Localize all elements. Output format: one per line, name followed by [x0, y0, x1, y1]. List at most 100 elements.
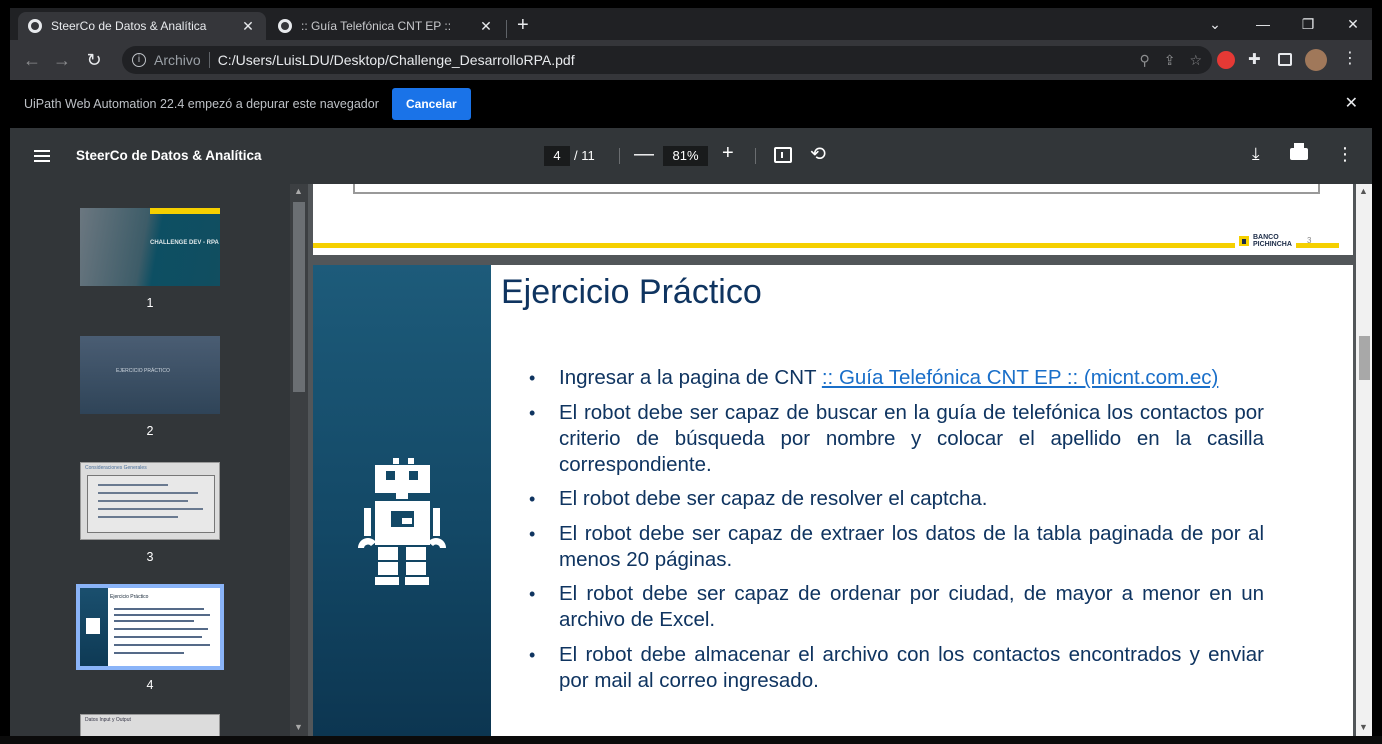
- pdf-page-3: BANCO PICHINCHA 3: [313, 184, 1353, 255]
- scrollbar-thumb[interactable]: [293, 202, 305, 392]
- address-url[interactable]: C:/Users/LuisLDU/Desktop/Challenge_Desar…: [218, 52, 575, 68]
- text-line: [98, 516, 178, 518]
- info-icon[interactable]: i: [132, 53, 146, 67]
- share-icon[interactable]: ⇪: [1164, 52, 1176, 69]
- zoom-out-button[interactable]: —: [634, 143, 654, 166]
- rotate-icon[interactable]: ⟲: [810, 143, 826, 166]
- thumbnail-sidebar: CHALLENGE DEV - RPA 1 EJERCICIO PRÁCTICO…: [10, 184, 290, 736]
- thumbnail-page-5[interactable]: Datos Input y Output: [80, 714, 220, 736]
- close-window-button[interactable]: ✕: [1343, 16, 1363, 33]
- address-actions: ⚲ ⇪ ☆: [1139, 52, 1202, 69]
- browser-toolbar: ← → ↻ i Archivo C:/Users/LuisLDU/Desktop…: [10, 40, 1372, 80]
- thumbnail-page-3[interactable]: Consideraciones Generales: [80, 462, 220, 540]
- logo-mark: [1239, 236, 1249, 246]
- address-separator: [208, 52, 210, 68]
- robot-icon: [358, 458, 446, 585]
- side-panel-icon[interactable]: [1278, 53, 1292, 66]
- text-line: [98, 484, 168, 486]
- download-icon[interactable]: ⤓: [1252, 144, 1260, 164]
- viewer-scrollbar[interactable]: ▲ ▼: [1356, 184, 1372, 736]
- thumbnail-label: EJERCICIO PRÁCTICO: [116, 368, 170, 374]
- text-line: [114, 644, 210, 646]
- extension-stop-icon[interactable]: [1217, 51, 1235, 69]
- pdf-viewer: BANCO PICHINCHA 3 Ejercicio Práctico • I…: [308, 184, 1356, 736]
- address-bar[interactable]: i Archivo C:/Users/LuisLDU/Desktop/Chall…: [122, 46, 1212, 74]
- text-line: [114, 614, 210, 616]
- scroll-up-icon[interactable]: ▲: [1359, 186, 1368, 196]
- scroll-down-icon[interactable]: ▼: [1359, 722, 1368, 732]
- tab-title: :: Guía Telefónica CNT EP ::: [301, 19, 452, 33]
- list-item: El robot debe ser capaz de extraer los d…: [529, 521, 1264, 573]
- thumbnail-accent: [150, 208, 220, 214]
- list-item: Ingresar a la pagina de CNT :: Guía Tele…: [529, 365, 1264, 391]
- tab-title: SteerCo de Datos & Analítica: [51, 19, 207, 33]
- taskbar-strip: [0, 736, 1382, 744]
- close-tab-icon[interactable]: ✕: [240, 18, 256, 35]
- cancel-button[interactable]: Cancelar: [391, 88, 471, 120]
- thumbnail-page-2[interactable]: EJERCICIO PRÁCTICO: [80, 336, 220, 414]
- tab-guia-cnt[interactable]: :: Guía Telefónica CNT EP :: ✕: [268, 12, 504, 40]
- extensions-puzzle-icon[interactable]: ✚: [1248, 50, 1266, 68]
- text-line: [114, 636, 202, 638]
- thumbnail-page-number: 3: [146, 550, 154, 564]
- tab-strip: SteerCo de Datos & Analítica ✕ :: Guía T…: [10, 8, 1372, 40]
- reload-icon[interactable]: ↻: [84, 50, 104, 71]
- new-tab-button[interactable]: +: [517, 14, 529, 37]
- forward-arrow-icon[interactable]: →: [52, 50, 72, 71]
- profile-avatar[interactable]: [1305, 49, 1327, 71]
- menu-icon[interactable]: [34, 150, 50, 162]
- more-options-icon[interactable]: ⋮: [1336, 144, 1354, 165]
- globe-icon: [278, 19, 292, 33]
- page-number-input[interactable]: 4: [544, 146, 570, 166]
- close-icon[interactable]: ✕: [1345, 93, 1358, 113]
- zoom-icon[interactable]: ⚲: [1139, 52, 1149, 69]
- thumbnail-page-4[interactable]: Ejercicio Práctico: [76, 584, 224, 670]
- bookmark-star-icon[interactable]: ☆: [1189, 52, 1202, 69]
- pdf-toolbar: SteerCo de Datos & Analítica 4 / 11 — 81…: [10, 128, 1372, 184]
- text-line: [98, 508, 203, 510]
- fit-page-icon[interactable]: [774, 147, 792, 163]
- text-line: [114, 620, 194, 622]
- scroll-down-icon[interactable]: ▼: [294, 722, 303, 732]
- tab-separator: [506, 20, 507, 38]
- back-arrow-icon[interactable]: ←: [22, 50, 42, 71]
- thumbnail-page-1[interactable]: CHALLENGE DEV - RPA: [80, 208, 220, 286]
- thumbnail-label: Consideraciones Generales: [85, 465, 147, 471]
- toolbar-divider: [755, 148, 756, 164]
- cnt-link[interactable]: :: Guía Telefónica CNT EP :: (micnt.com.…: [822, 366, 1218, 389]
- logo-line-1: BANCO: [1253, 234, 1279, 241]
- minimize-button[interactable]: —: [1253, 16, 1273, 32]
- print-icon[interactable]: [1290, 143, 1308, 160]
- browser-menu-icon[interactable]: ⋮: [1342, 48, 1360, 67]
- text-line: [98, 492, 198, 494]
- thumbnail-page-number: 4: [146, 678, 154, 692]
- thumbnail-page-number: 2: [146, 424, 154, 438]
- bullet-text: Ingresar a la pagina de CNT: [559, 366, 822, 389]
- toolbar-divider: [619, 148, 620, 164]
- infobar-message: UiPath Web Automation 22.4 empezó a depu…: [24, 97, 379, 111]
- slide-title: Ejercicio Práctico: [501, 273, 762, 311]
- slide-left-panel: [313, 265, 491, 736]
- yellow-rule: [313, 243, 1339, 248]
- thumbnail-page-number: 1: [146, 296, 154, 310]
- restore-button[interactable]: ❐: [1298, 16, 1318, 33]
- sidebar-scrollbar[interactable]: ▲ ▼: [290, 184, 308, 736]
- tab-steerco[interactable]: SteerCo de Datos & Analítica ✕: [18, 12, 266, 40]
- zoom-input[interactable]: 81%: [663, 146, 708, 166]
- bullet-list: Ingresar a la pagina de CNT :: Guía Tele…: [529, 365, 1264, 702]
- zoom-in-button[interactable]: +: [722, 142, 734, 165]
- robot-icon: [86, 618, 100, 634]
- scroll-up-icon[interactable]: ▲: [294, 186, 303, 196]
- list-item: El robot debe ser capaz de buscar en la …: [529, 400, 1264, 478]
- tab-search-icon[interactable]: ⌄: [1205, 16, 1225, 33]
- close-tab-icon[interactable]: ✕: [478, 18, 494, 35]
- banco-pichincha-logo: BANCO PICHINCHA: [1235, 234, 1296, 248]
- slide-page-number: 3: [1307, 236, 1312, 245]
- thumbnail-label: Ejercicio Práctico: [110, 594, 149, 600]
- list-item: El robot debe ser capaz de ordenar por c…: [529, 581, 1264, 633]
- list-item: El robot debe ser capaz de resolver el c…: [529, 486, 1264, 512]
- text-line: [114, 608, 204, 610]
- list-item: El robot debe almacenar el archivo con l…: [529, 642, 1264, 694]
- pdf-page-4: Ejercicio Práctico Ingresar a la pagina …: [313, 265, 1353, 736]
- scrollbar-thumb[interactable]: [1359, 336, 1370, 380]
